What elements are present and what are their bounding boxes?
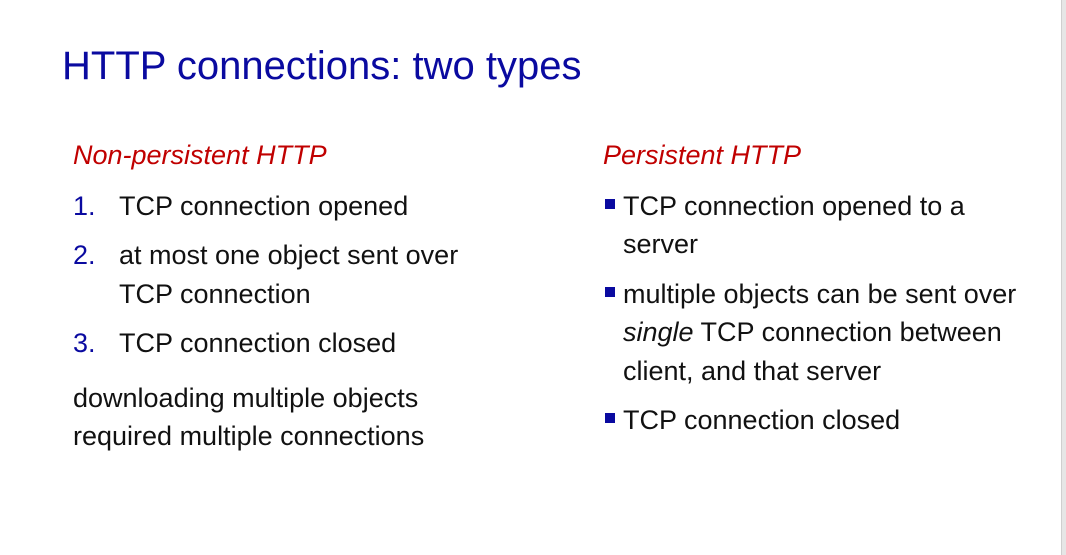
non-persistent-column: Non-persistent HTTP 1. TCP connection op…	[73, 136, 513, 456]
item-text: TCP connection opened to a server	[623, 190, 965, 260]
list-item: 2. at most one object sent over TCP conn…	[73, 236, 513, 313]
item-text: TCP connection closed	[623, 405, 901, 435]
persistent-heading: Persistent HTTP	[603, 140, 802, 170]
bullet-item: TCP connection closed	[603, 401, 1043, 440]
bullet-item: multiple objects can be sent over single…	[603, 275, 1043, 391]
slide: HTTP connections: two types Non-persiste…	[0, 0, 1061, 555]
slide-title: HTTP connections: two types	[62, 44, 582, 88]
list-item: 3. TCP connection closed	[73, 324, 513, 363]
text-part: multiple objects can be sent over	[623, 278, 1017, 309]
bullet-item: TCP connection opened to a server	[603, 187, 1043, 264]
item-number: 2.	[73, 240, 96, 270]
square-bullet-icon	[605, 413, 615, 423]
square-bullet-icon	[605, 198, 615, 209]
window-edge	[1061, 0, 1066, 555]
list-item: 1. TCP connection opened	[73, 187, 513, 226]
item-text: TCP connection closed	[119, 328, 397, 358]
note-text: downloading multiple objects required mu…	[73, 382, 425, 452]
item-number: 3.	[73, 328, 96, 358]
item-text: multiple objects can be sent over single…	[623, 275, 1043, 391]
item-text: TCP connection opened	[119, 190, 409, 221]
item-text: at most one object sent over TCP connect…	[119, 240, 459, 309]
item-number: 1.	[73, 190, 96, 221]
square-bullet-icon	[605, 286, 615, 297]
persistent-column: Persistent HTTP TCP connection opened to…	[603, 136, 1043, 451]
non-persistent-heading: Non-persistent HTTP	[73, 140, 327, 170]
emphasis-text: single	[623, 317, 694, 347]
